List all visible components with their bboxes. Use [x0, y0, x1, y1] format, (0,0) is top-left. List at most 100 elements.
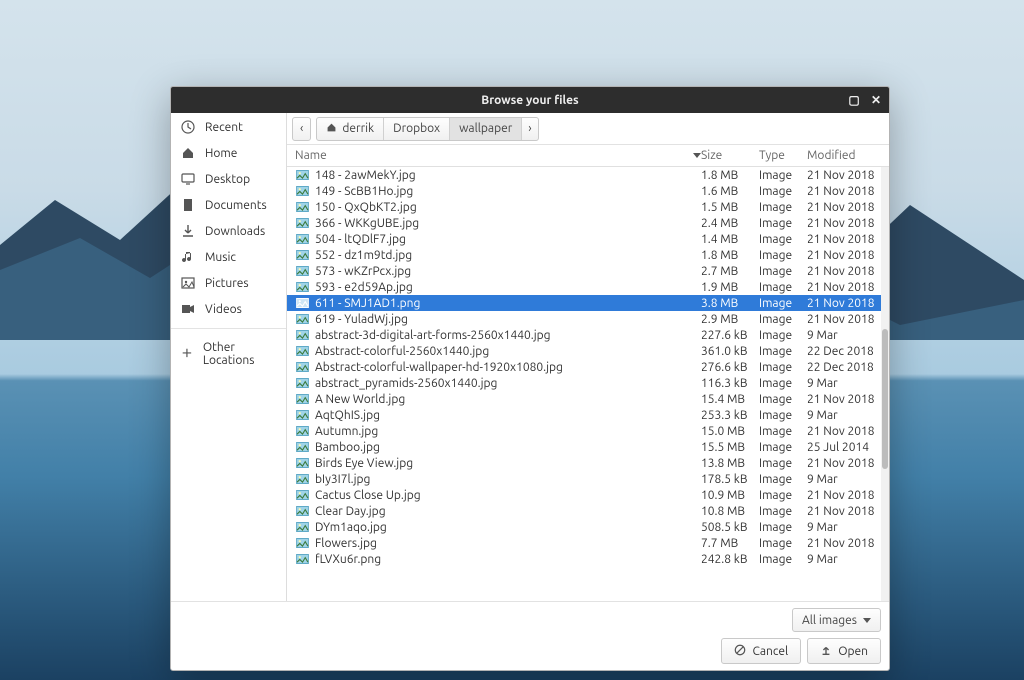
scrollbar[interactable]	[881, 167, 889, 601]
file-size: 1.8 MB	[701, 169, 759, 182]
image-file-icon	[295, 218, 309, 229]
file-type: Image	[759, 329, 807, 342]
file-row[interactable]: 552 - dz1m9td.jpg1.8 MBImage21 Nov 2018	[287, 247, 889, 263]
sidebar-item-videos[interactable]: Videos	[171, 296, 286, 322]
window-title: Browse your files	[481, 94, 578, 107]
file-size: 3.8 MB	[701, 297, 759, 310]
image-file-icon	[295, 506, 309, 517]
close-icon[interactable]: ✕	[869, 93, 883, 107]
image-file-icon	[295, 538, 309, 549]
file-row[interactable]: 573 - wKZrPcx.jpg2.7 MBImage21 Nov 2018	[287, 263, 889, 279]
file-type: Image	[759, 457, 807, 470]
file-size: 361.0 kB	[701, 345, 759, 358]
sidebar-item-documents[interactable]: Documents	[171, 192, 286, 218]
column-modified[interactable]: Modified	[807, 149, 885, 162]
video-icon	[181, 302, 195, 316]
file-row[interactable]: AqtQhIS.jpg253.3 kBImage9 Mar	[287, 407, 889, 423]
file-modified: 21 Nov 2018	[807, 425, 885, 438]
file-row[interactable]: Bamboo.jpg15.5 MBImage25 Jul 2014	[287, 439, 889, 455]
file-name: 366 - WKKgUBE.jpg	[315, 217, 701, 230]
download-icon	[181, 224, 195, 238]
image-file-icon	[295, 250, 309, 261]
file-row[interactable]: Abstract-colorful-wallpaper-hd-1920x1080…	[287, 359, 889, 375]
file-row[interactable]: Abstract-colorful-2560x1440.jpg361.0 kBI…	[287, 343, 889, 359]
filter-label: All images	[802, 614, 857, 627]
file-row[interactable]: Flowers.jpg7.7 MBImage21 Nov 2018	[287, 535, 889, 551]
titlebar[interactable]: Browse your files ▢ ✕	[171, 87, 889, 113]
file-row[interactable]: Birds Eye View.jpg13.8 MBImage21 Nov 201…	[287, 455, 889, 471]
sidebar-item-home[interactable]: Home	[171, 140, 286, 166]
file-size: 1.9 MB	[701, 281, 759, 294]
breadcrumb-forward-slot[interactable]: ›	[522, 118, 537, 140]
sidebar-item-other-locations[interactable]: Other Locations	[171, 335, 286, 373]
file-modified: 22 Dec 2018	[807, 361, 885, 374]
sidebar-item-recent[interactable]: Recent	[171, 114, 286, 140]
image-file-icon	[295, 474, 309, 485]
file-size: 13.8 MB	[701, 457, 759, 470]
file-row[interactable]: 504 - ltQDlF7.jpg1.4 MBImage21 Nov 2018	[287, 231, 889, 247]
file-row[interactable]: 611 - SMJ1AD1.png3.8 MBImage21 Nov 2018	[287, 295, 889, 311]
breadcrumb-label: derrik	[342, 122, 374, 135]
dialog-footer: All images Cancel Open	[171, 601, 889, 670]
file-row[interactable]: bIy3I7l.jpg178.5 kBImage9 Mar	[287, 471, 889, 487]
back-button[interactable]: ‹	[292, 117, 311, 141]
sidebar-item-pictures[interactable]: Pictures	[171, 270, 286, 296]
path-toolbar: ‹ derrik Dropbox wallpaper	[287, 113, 889, 145]
file-row[interactable]: DYm1aqo.jpg508.5 kBImage9 Mar	[287, 519, 889, 535]
file-row[interactable]: abstract_pyramids-2560x1440.jpg116.3 kBI…	[287, 375, 889, 391]
maximize-icon[interactable]: ▢	[847, 93, 861, 107]
open-label: Open	[838, 645, 868, 658]
file-row[interactable]: 148 - 2awMekY.jpg1.8 MBImage21 Nov 2018	[287, 167, 889, 183]
image-file-icon	[295, 266, 309, 277]
file-row[interactable]: 149 - ScBB1Ho.jpg1.6 MBImage21 Nov 2018	[287, 183, 889, 199]
cancel-button[interactable]: Cancel	[721, 638, 801, 664]
sidebar-item-desktop[interactable]: Desktop	[171, 166, 286, 192]
file-type: Image	[759, 553, 807, 566]
column-size[interactable]: Size	[701, 149, 759, 162]
file-row[interactable]: 150 - QxQbKT2.jpg1.5 MBImage21 Nov 2018	[287, 199, 889, 215]
file-type: Image	[759, 441, 807, 454]
file-row[interactable]: fLVXu6r.png242.8 kBImage9 Mar	[287, 551, 889, 567]
sidebar-item-downloads[interactable]: Downloads	[171, 218, 286, 244]
file-size: 1.8 MB	[701, 249, 759, 262]
file-row[interactable]: 366 - WKKgUBE.jpg2.4 MBImage21 Nov 2018	[287, 215, 889, 231]
file-name: 150 - QxQbKT2.jpg	[315, 201, 701, 214]
column-type[interactable]: Type	[759, 149, 807, 162]
file-modified: 21 Nov 2018	[807, 489, 885, 502]
breadcrumb-wallpaper[interactable]: wallpaper	[450, 118, 522, 140]
file-size: 508.5 kB	[701, 521, 759, 534]
open-button[interactable]: Open	[807, 638, 881, 664]
file-type: Image	[759, 313, 807, 326]
column-name[interactable]: Name	[295, 149, 701, 162]
file-size: 7.7 MB	[701, 537, 759, 550]
file-row[interactable]: A New World.jpg15.4 MBImage21 Nov 2018	[287, 391, 889, 407]
clock-icon	[181, 120, 195, 134]
file-modified: 9 Mar	[807, 553, 885, 566]
desktop-wallpaper: Browse your files ▢ ✕ Recent Home Deskto…	[0, 0, 1024, 680]
file-type: Image	[759, 345, 807, 358]
file-row[interactable]: Autumn.jpg15.0 MBImage21 Nov 2018	[287, 423, 889, 439]
file-row[interactable]: 593 - e2d59Ap.jpg1.9 MBImage21 Nov 2018	[287, 279, 889, 295]
file-name: Flowers.jpg	[315, 537, 701, 550]
places-sidebar: Recent Home Desktop Documents Downloads	[171, 113, 287, 601]
file-type: Image	[759, 201, 807, 214]
file-row[interactable]: 619 - YuladWj.jpg2.9 MBImage21 Nov 2018	[287, 311, 889, 327]
file-modified: 21 Nov 2018	[807, 313, 885, 326]
sidebar-item-music[interactable]: Music	[171, 244, 286, 270]
breadcrumb-home[interactable]: derrik	[317, 118, 384, 140]
file-row[interactable]: abstract-3d-digital-art-forms-2560x1440.…	[287, 327, 889, 343]
file-row[interactable]: Cactus Close Up.jpg10.9 MBImage21 Nov 20…	[287, 487, 889, 503]
sidebar-label: Music	[205, 251, 236, 264]
file-type: Image	[759, 377, 807, 390]
pictures-icon	[181, 276, 195, 290]
scrollbar-thumb[interactable]	[882, 329, 888, 469]
image-file-icon	[295, 442, 309, 453]
file-modified: 21 Nov 2018	[807, 249, 885, 262]
column-headers: Name Size Type Modified	[287, 145, 889, 167]
image-file-icon	[295, 426, 309, 437]
file-modified: 25 Jul 2014	[807, 441, 885, 454]
cancel-icon	[734, 644, 746, 659]
file-row[interactable]: Clear Day.jpg10.8 MBImage21 Nov 2018	[287, 503, 889, 519]
breadcrumb-dropbox[interactable]: Dropbox	[384, 118, 450, 140]
file-type-filter[interactable]: All images	[792, 608, 881, 632]
